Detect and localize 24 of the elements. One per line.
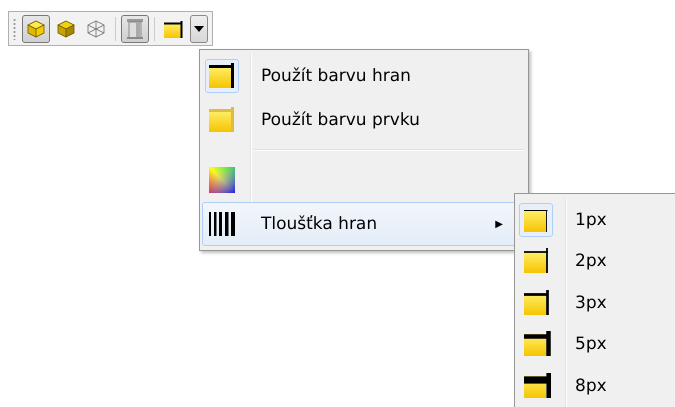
column-icon <box>125 18 145 40</box>
dropdown-button[interactable] <box>190 14 208 42</box>
column-button[interactable] <box>121 14 149 42</box>
shaded-cube-button[interactable] <box>22 14 50 42</box>
menu-item-label: 8px <box>575 376 607 396</box>
cube-icon <box>56 18 76 38</box>
thickness-menu-item[interactable]: 3px <box>517 282 675 324</box>
cube-icon <box>26 18 46 38</box>
caret-icon <box>194 26 204 32</box>
toolbar-grip[interactable] <box>13 18 16 40</box>
menu-item-label: Tloušťka hran <box>261 214 378 234</box>
thickness-menu-item[interactable]: 8px <box>517 365 675 406</box>
menu-item-label: 1px <box>575 210 607 230</box>
wireframe-cube-icon <box>86 18 106 38</box>
menu-item[interactable]: Použít barvu prvku <box>202 98 526 142</box>
menu-item-label: 5px <box>575 334 607 354</box>
menu-item[interactable]: Použít barvu hran <box>202 54 526 98</box>
menu-item-label: 3px <box>575 292 607 313</box>
edge-color-icon <box>163 18 185 38</box>
menu-item-label: 2px <box>575 251 607 272</box>
menu-item-label: Použít barvu hran <box>261 66 411 86</box>
submenu-arrow: ▶ <box>495 218 503 230</box>
thickness-menu-item[interactable]: 5px <box>517 324 675 365</box>
menu-item-label: Použít barvu prvku <box>261 110 420 130</box>
